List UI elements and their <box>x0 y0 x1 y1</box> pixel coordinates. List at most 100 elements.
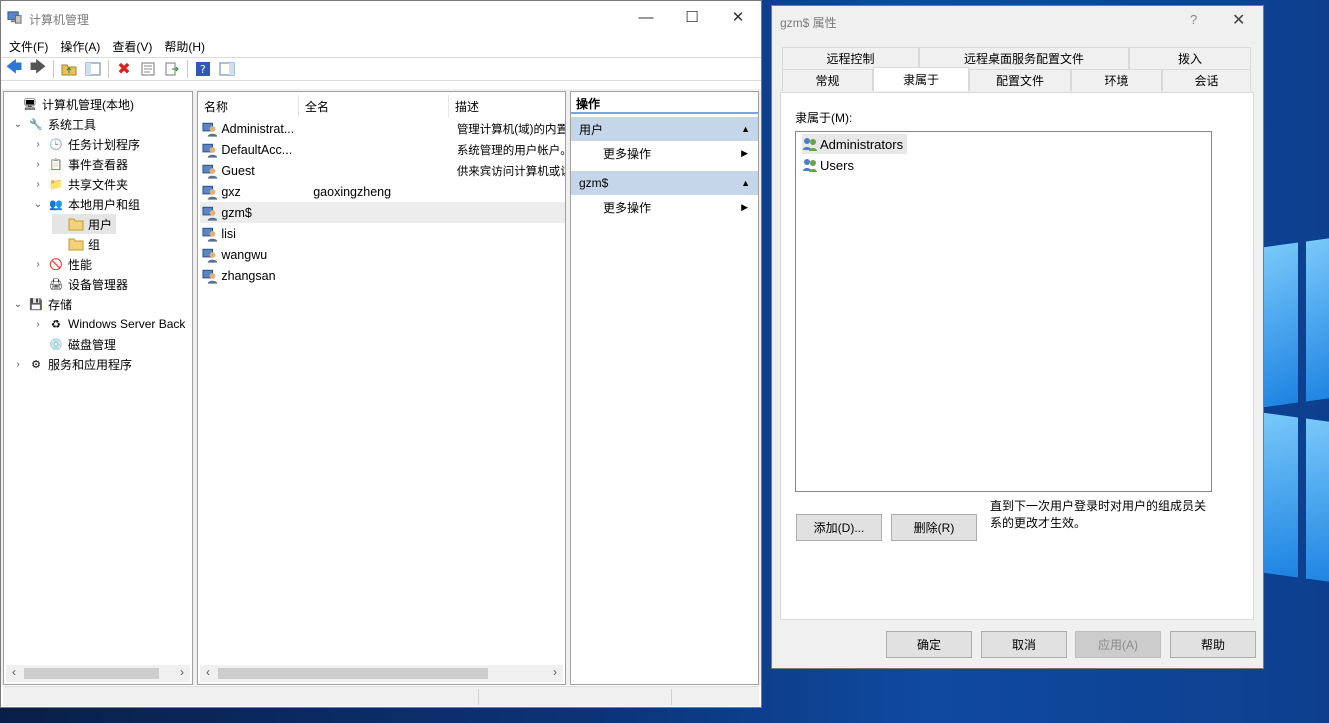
table-row[interactable]: Administrat... 管理计算机(域)的内置 <box>200 118 565 139</box>
table-row[interactable]: wangwu <box>200 244 565 265</box>
column-header-name[interactable]: 名称 <box>198 95 299 117</box>
properties-icon[interactable] <box>137 59 159 79</box>
maximize-button[interactable]: ☐ <box>669 1 715 33</box>
forward-arrow-icon[interactable]: 🡆 <box>27 59 49 79</box>
console-tree: 🖥 计算机管理(本地) ⌄ 🔧 系统工具 › 🕒 任务计划程序 › 📋 事件查看器 › 📁 共享文件夹 ⌄ 👥… <box>3 91 193 685</box>
tree-node-label: 共享文件夹 <box>68 177 129 192</box>
column-header-description[interactable]: 描述 <box>449 95 565 117</box>
remove-button[interactable]: 删除(R) <box>891 514 977 541</box>
delete-icon[interactable]: ✖ <box>113 59 135 79</box>
tree-node[interactable]: › 🕒 任务计划程序 <box>32 134 140 154</box>
group-item[interactable]: Administrators <box>802 134 908 154</box>
tree-horizontal-scrollbar[interactable]: ‹ › <box>6 665 190 682</box>
user-icon <box>202 122 218 137</box>
folder-icon <box>68 236 84 252</box>
tab-general[interactable]: 常规 <box>782 69 873 91</box>
tree-node[interactable]: 组 <box>52 234 100 254</box>
tab-member-of[interactable]: 隶属于 <box>873 67 969 91</box>
tree-expander-icon[interactable]: › <box>32 259 44 270</box>
tab-dial-in[interactable]: 拨入 <box>1129 47 1251 69</box>
menu-action[interactable]: 操作(A) <box>54 38 106 55</box>
column-header-fullname[interactable]: 全名 <box>299 95 449 117</box>
table-row[interactable]: zhangsan <box>200 265 565 286</box>
export-list-icon[interactable] <box>161 59 183 79</box>
tree-expander-icon[interactable]: ⌄ <box>32 199 44 210</box>
collapse-up-icon[interactable]: ▲ <box>741 178 750 188</box>
groups-listbox[interactable]: Administrators Users <box>795 131 1212 492</box>
tree-expander-icon[interactable]: › <box>32 179 44 190</box>
menu-help[interactable]: 帮助(H) <box>158 38 211 55</box>
help-button[interactable]: 帮助 <box>1170 631 1256 658</box>
more-actions-gzm[interactable]: 更多操作 ▶ <box>571 196 758 218</box>
add-button[interactable]: 添加(D)... <box>796 514 882 541</box>
scroll-left-icon[interactable]: ‹ <box>6 665 22 679</box>
dialog-close-button[interactable]: ✕ <box>1232 10 1245 30</box>
minimize-button[interactable]: — <box>623 1 669 33</box>
clock-icon: 🕒 <box>49 138 63 151</box>
menu-file[interactable]: 文件(F) <box>3 38 54 55</box>
tree-node-label: 服务和应用程序 <box>48 357 133 372</box>
apply-button[interactable]: 应用(A) <box>1075 631 1161 658</box>
user-description-cell: 管理计算机(域)的内置 <box>456 123 565 136</box>
tree-node[interactable]: 🖥 计算机管理(本地) <box>6 94 134 114</box>
scrollbar-thumb[interactable] <box>218 668 488 679</box>
status-divider <box>671 689 672 705</box>
tab-remote-control[interactable]: 远程控制 <box>782 47 919 69</box>
menu-view[interactable]: 查看(V) <box>106 38 158 55</box>
help-question-button[interactable]: ? <box>1190 12 1197 27</box>
scroll-left-icon[interactable]: ‹ <box>200 665 216 679</box>
back-arrow-icon[interactable]: 🡄 <box>3 59 25 79</box>
table-row[interactable]: DefaultAcc... 系统管理的用户帐户。 <box>200 139 565 160</box>
table-row[interactable]: lisi <box>200 223 565 244</box>
toolbar: 🡄 🡆 ✖ ? <box>1 57 761 81</box>
tree-node[interactable]: 用户 <box>52 214 117 234</box>
toolbar-separator <box>187 60 188 78</box>
help-icon[interactable]: ? <box>192 59 214 79</box>
tree-expander-icon[interactable]: › <box>12 359 24 370</box>
table-row[interactable]: gzm$ <box>200 202 565 223</box>
tree-node[interactable]: › 📁 共享文件夹 <box>32 174 128 194</box>
tree-node[interactable]: › ⚙ 服务和应用程序 <box>12 354 132 374</box>
tree-node-label: 存储 <box>48 297 73 312</box>
tree-node[interactable]: › ♻ Windows Server Back <box>32 314 185 334</box>
tree-node[interactable]: 💿 磁盘管理 <box>32 334 116 354</box>
scrollbar-thumb[interactable] <box>24 668 159 679</box>
tree-expander-icon[interactable]: ⌄ <box>12 299 24 310</box>
close-button[interactable]: ✕ <box>715 1 761 33</box>
group-item[interactable]: Users <box>802 155 858 175</box>
scroll-right-icon[interactable]: › <box>547 665 563 679</box>
show-hide-tree-icon[interactable] <box>82 59 104 79</box>
show-action-pane-icon[interactable] <box>216 59 238 79</box>
tree-expander-icon[interactable]: › <box>32 159 44 170</box>
tree-node[interactable]: 🖨 设备管理器 <box>32 274 128 294</box>
tree-expander-icon[interactable]: ⌄ <box>12 119 24 130</box>
tree-node[interactable]: ⌄ 👥 本地用户和组 <box>32 194 140 214</box>
title-bar[interactable]: 计算机管理 — ☐ ✕ <box>1 1 761 35</box>
tree-node[interactable]: › 🚫 性能 <box>32 254 92 274</box>
actions-section-gzm[interactable]: gzm$ ▲ <box>571 171 758 195</box>
list-horizontal-scrollbar[interactable]: ‹ › <box>200 665 563 682</box>
tree-expander-icon[interactable]: › <box>32 139 44 150</box>
user-name-cell: gxz <box>221 184 241 199</box>
users-list-view: 名称 全名 描述 Administrat... 管理计算机(域)的内置 Defaul… <box>197 91 566 685</box>
up-folder-icon[interactable] <box>58 59 80 79</box>
collapse-up-icon[interactable]: ▲ <box>741 124 750 134</box>
tab-sessions[interactable]: 会话 <box>1162 69 1251 91</box>
table-row[interactable]: Guest 供来宾访问计算机或访 <box>200 160 565 181</box>
ok-button[interactable]: 确定 <box>886 631 972 658</box>
table-row[interactable]: gxz gaoxingzheng <box>200 181 565 202</box>
tree-node[interactable]: › 📋 事件查看器 <box>32 154 128 174</box>
tree-node[interactable]: ⌄ 💾 存储 <box>12 294 72 314</box>
tab-row-bottom: 常规 隶属于 配置文件 环境 会话 <box>782 67 1251 91</box>
tab-profile[interactable]: 配置文件 <box>969 69 1071 91</box>
tab-rds-profile[interactable]: 远程桌面服务配置文件 <box>919 47 1129 69</box>
more-actions-users[interactable]: 更多操作 ▶ <box>571 142 758 164</box>
tree-node-label: 系统工具 <box>48 117 97 132</box>
tab-environment[interactable]: 环境 <box>1071 69 1162 91</box>
scroll-right-icon[interactable]: › <box>174 665 190 679</box>
actions-section-users[interactable]: 用户 ▲ <box>571 117 758 141</box>
tree-node[interactable]: ⌄ 🔧 系统工具 <box>12 114 96 134</box>
computer-management-window: 计算机管理 — ☐ ✕ 文件(F) 操作(A) 查看(V) 帮助(H) 🡄 🡆 … <box>0 0 762 708</box>
tree-expander-icon[interactable]: › <box>32 319 44 330</box>
cancel-button[interactable]: 取消 <box>981 631 1067 658</box>
